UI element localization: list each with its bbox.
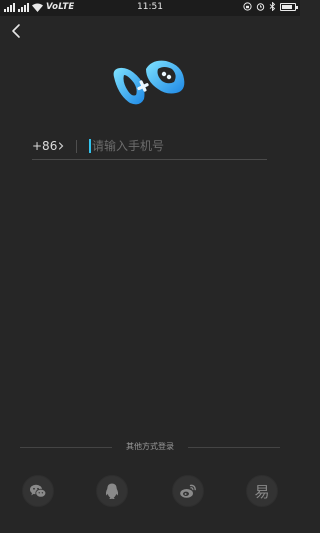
- phone-input-row: +86: [32, 133, 267, 160]
- country-code-selector[interactable]: +86: [32, 139, 57, 153]
- divider-line: [188, 447, 280, 448]
- chevron-right-icon[interactable]: [57, 141, 65, 151]
- other-login-divider: 其他方式登录: [20, 441, 280, 453]
- netease-login-button[interactable]: 易: [246, 475, 278, 507]
- alarm-icon: [256, 3, 265, 11]
- phone-number-input[interactable]: [89, 136, 267, 156]
- weibo-icon: [180, 484, 196, 498]
- status-right: [243, 2, 298, 11]
- social-login-row: 易: [0, 475, 300, 509]
- lock-rotation-icon: [243, 2, 252, 11]
- weibo-login-button[interactable]: [172, 475, 204, 507]
- input-separator: [76, 140, 77, 153]
- wechat-icon: [30, 484, 47, 498]
- qq-icon: [105, 483, 119, 499]
- bluetooth-icon: [269, 2, 276, 11]
- netease-icon: 易: [254, 482, 270, 501]
- back-chevron-icon[interactable]: [8, 22, 26, 40]
- wechat-login-button[interactable]: [22, 475, 54, 507]
- battery-icon: [280, 2, 298, 11]
- gamepad-logo-icon: [113, 60, 185, 105]
- qq-login-button[interactable]: [96, 475, 128, 507]
- status-bar: VoLTE 11:51: [0, 0, 300, 16]
